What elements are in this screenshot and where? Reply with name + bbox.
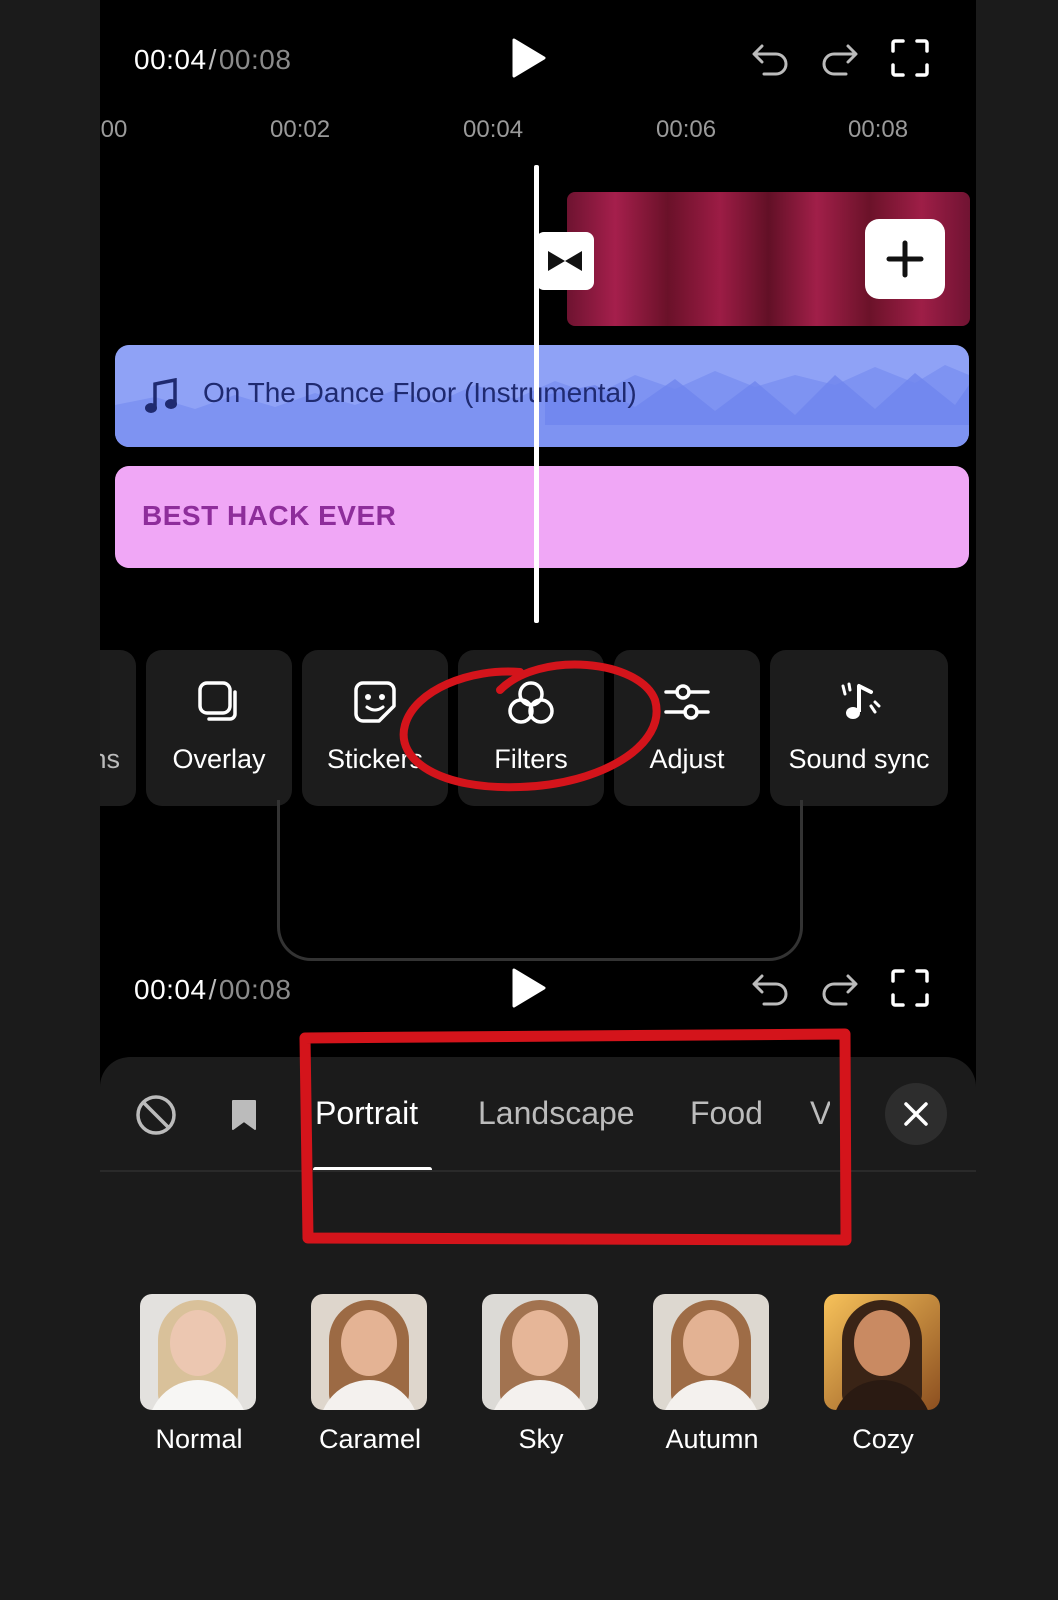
sound-sync-icon xyxy=(841,682,881,719)
toolbar-item-label: Adjust xyxy=(649,744,725,774)
audio-track[interactable]: On The Dance Floor (Instrumental) xyxy=(115,345,969,447)
close-icon xyxy=(904,1102,928,1126)
toolbar-item-label: Filters xyxy=(494,744,568,774)
no-filter-button[interactable] xyxy=(134,1093,178,1137)
text-track-label: BEST HACK EVER xyxy=(142,500,397,531)
fullscreen-icon xyxy=(891,969,929,1007)
play-icon xyxy=(512,38,546,78)
filter-label: Caramel xyxy=(318,1424,422,1454)
play-button[interactable] xyxy=(508,966,548,1010)
transition-icon xyxy=(548,251,582,271)
fullscreen-button[interactable] xyxy=(890,38,930,78)
filter-thumbnail xyxy=(653,1294,769,1410)
filter-panel: Portrait Landscape Food V Normal Caramel… xyxy=(100,1057,976,1600)
audio-track-label: On The Dance Floor (Instrumental) xyxy=(203,377,637,408)
left-margin xyxy=(0,0,100,1600)
fullscreen-icon xyxy=(891,39,929,77)
current-time: 00:04 xyxy=(134,44,207,75)
toolbar-item-label: Sound sync xyxy=(788,744,930,774)
toolbar-item-partial[interactable]: ns xyxy=(100,650,136,806)
tab-landscape[interactable]: Landscape xyxy=(478,1095,635,1132)
undo-icon xyxy=(752,974,788,1006)
undo-button[interactable] xyxy=(748,968,792,1008)
toolbar-item-overlay[interactable]: Overlay xyxy=(146,650,292,806)
toolbar-item-filters[interactable]: Filters xyxy=(458,650,604,806)
filter-thumbnail xyxy=(140,1294,256,1410)
ruler-tick: 00:06 xyxy=(656,116,717,143)
ruler-tick: 00:02 xyxy=(270,116,331,143)
tab-portrait[interactable]: Portrait xyxy=(315,1095,418,1132)
filters-icon xyxy=(508,681,554,724)
undo-icon xyxy=(752,44,788,76)
sticker-icon xyxy=(354,681,396,723)
redo-button[interactable] xyxy=(818,38,862,78)
toolbar-item-adjust[interactable]: Adjust xyxy=(614,650,760,806)
preview-frame xyxy=(277,800,803,961)
ruler-tick: 00:04 xyxy=(463,116,524,143)
redo-icon xyxy=(822,974,858,1006)
toolbar-item-sound-sync[interactable]: Sound sync xyxy=(770,650,948,806)
redo-button[interactable] xyxy=(818,968,862,1008)
time-separator: / xyxy=(208,44,217,75)
transition-button[interactable] xyxy=(536,232,594,290)
filter-item-caramel[interactable]: Caramel xyxy=(311,1294,429,1455)
toolbar-item-label: Stickers xyxy=(326,744,424,774)
text-track[interactable]: BEST HACK EVER xyxy=(115,466,969,568)
fullscreen-button[interactable] xyxy=(890,968,930,1008)
filter-label: Autumn xyxy=(665,1424,759,1454)
filter-item-normal[interactable]: Normal xyxy=(140,1294,258,1455)
bookmark-icon xyxy=(232,1100,256,1130)
overlay-icon xyxy=(198,681,237,721)
saved-filters-button[interactable] xyxy=(228,1095,260,1135)
tab-food[interactable]: Food xyxy=(690,1095,763,1132)
filter-item-sky[interactable]: Sky xyxy=(482,1294,600,1455)
playhead[interactable] xyxy=(534,165,539,623)
adjust-icon xyxy=(664,684,710,720)
top-timecode: 00:04/00:08 xyxy=(134,44,291,76)
prohibited-icon xyxy=(136,1095,176,1135)
toolbar-item-stickers[interactable]: Stickers xyxy=(302,650,448,806)
filter-thumbnail xyxy=(824,1294,940,1410)
ruler-tick: :00 xyxy=(100,116,128,143)
music-note-icon xyxy=(145,378,177,413)
filter-label: Normal xyxy=(155,1424,243,1454)
tab-partial[interactable]: V xyxy=(810,1095,830,1132)
total-time: 00:08 xyxy=(218,44,292,75)
plus-icon xyxy=(886,240,924,278)
play-icon xyxy=(512,968,546,1008)
current-time: 00:04 xyxy=(134,974,207,1005)
tabs-divider xyxy=(100,1170,976,1172)
editor-screen: 00:04/00:08 :00 00:02 00:04 00:06 00:08 xyxy=(100,0,976,1600)
toolbar-partial-label: ns xyxy=(100,744,120,774)
bottom-timecode: 00:04/00:08 xyxy=(134,974,291,1006)
undo-button[interactable] xyxy=(748,38,792,78)
redo-icon xyxy=(822,44,858,76)
filter-label: Cozy xyxy=(852,1424,914,1454)
time-separator: / xyxy=(208,974,217,1005)
ruler-tick: 00:08 xyxy=(848,116,909,143)
filter-item-autumn[interactable]: Autumn xyxy=(653,1294,771,1455)
close-panel-button[interactable] xyxy=(885,1083,947,1145)
filter-thumbnail xyxy=(482,1294,598,1410)
total-time: 00:08 xyxy=(218,974,292,1005)
right-margin xyxy=(976,0,1058,1600)
filter-thumbnail xyxy=(311,1294,427,1410)
toolbar-item-label: Overlay xyxy=(172,744,266,774)
play-button[interactable] xyxy=(508,36,548,80)
add-clip-button[interactable] xyxy=(865,219,945,299)
filter-item-cozy[interactable]: Cozy xyxy=(824,1294,942,1455)
filter-label: Sky xyxy=(518,1424,564,1454)
